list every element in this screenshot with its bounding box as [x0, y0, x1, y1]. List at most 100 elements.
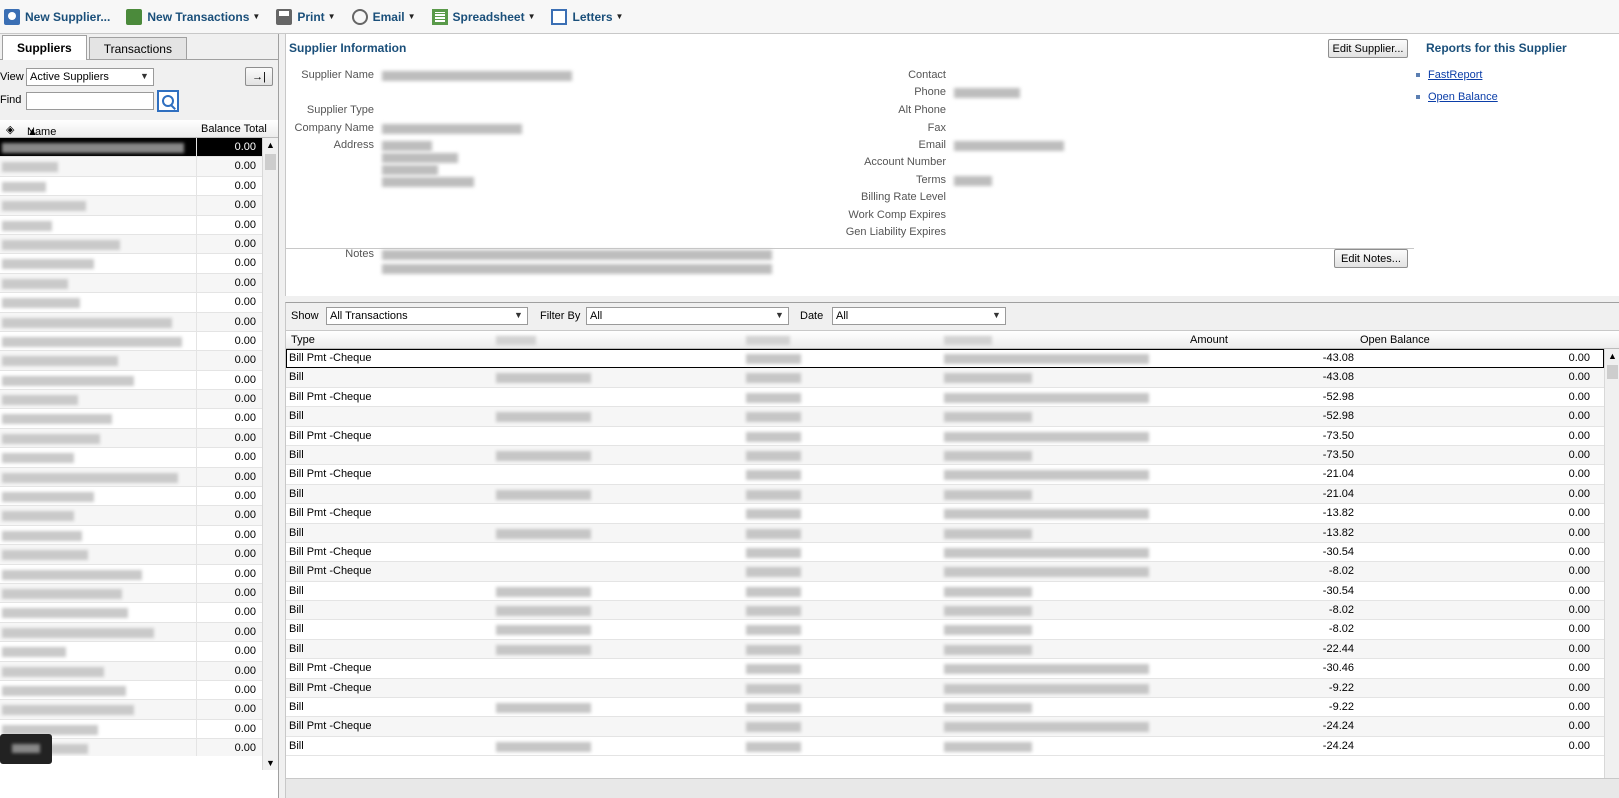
transaction-row[interactable]: Bill Pmt -Cheque -24.24 0.00	[286, 717, 1604, 737]
column-header-account[interactable]	[944, 336, 992, 345]
transaction-row[interactable]: Bill Pmt -Cheque -30.46 0.00	[286, 659, 1604, 679]
supplier-row[interactable]: 0.00	[0, 331, 262, 352]
transaction-row[interactable]: Bill -8.02 0.00	[286, 620, 1604, 640]
transaction-row[interactable]: Bill -52.98 0.00	[286, 407, 1604, 427]
new-transactions-button[interactable]: New Transactions ▼	[126, 5, 260, 29]
tab-transactions[interactable]: Transactions	[88, 37, 187, 59]
horizontal-scrollbar[interactable]	[286, 778, 1619, 798]
supplier-row[interactable]: 0.00	[0, 642, 262, 662]
column-header-amount[interactable]: Amount	[1190, 334, 1228, 346]
supplier-row[interactable]: 0.00	[0, 545, 262, 565]
transaction-row[interactable]: Bill -22.44 0.00	[286, 639, 1604, 660]
search-icon[interactable]	[157, 90, 179, 112]
column-header-type[interactable]: Type	[291, 334, 315, 346]
tab-suppliers[interactable]: Suppliers	[2, 35, 87, 60]
supplier-row[interactable]: 0.00	[0, 467, 262, 488]
transaction-row[interactable]: Bill Pmt -Cheque -43.08 0.00	[286, 349, 1604, 369]
supplier-row[interactable]: 0.00	[0, 176, 262, 197]
transaction-row[interactable]: Bill -9.22 0.00	[286, 698, 1604, 718]
supplier-row[interactable]: 0.00	[0, 506, 262, 526]
supplier-row[interactable]: 0.00	[0, 157, 262, 177]
transaction-row[interactable]: Bill Pmt -Cheque -30.54 0.00	[286, 543, 1604, 563]
transaction-row[interactable]: Bill Pmt -Cheque -9.22 0.00	[286, 678, 1604, 699]
supplier-name	[2, 608, 128, 619]
scroll-down-icon[interactable]: ▼	[266, 758, 275, 768]
open-balance-link[interactable]: Open Balance	[1428, 91, 1498, 103]
transaction-row[interactable]: Bill -73.50 0.00	[286, 445, 1604, 466]
supplier-row[interactable]: 0.00	[0, 370, 262, 391]
transaction-date	[746, 683, 801, 694]
letters-button[interactable]: Letters ▼	[551, 5, 623, 29]
transaction-row[interactable]: Bill -43.08 0.00	[286, 368, 1604, 388]
supplier-row[interactable]: 0.00	[0, 583, 262, 604]
supplier-balance: 0.00	[234, 683, 256, 696]
supplier-row[interactable]: 0.00	[0, 254, 262, 274]
supplier-balance: 0.00	[234, 179, 256, 192]
edit-notes-button[interactable]: Edit Notes...	[1334, 249, 1408, 268]
transaction-row[interactable]: Bill -21.04 0.00	[286, 484, 1604, 505]
scrollbar-thumb[interactable]	[265, 154, 276, 170]
supplier-row[interactable]: 0.00	[0, 234, 262, 255]
edit-supplier-button[interactable]: Edit Supplier...	[1328, 39, 1408, 58]
transaction-row[interactable]: Bill -30.54 0.00	[286, 582, 1604, 602]
transaction-row[interactable]: Bill Pmt -Cheque -8.02 0.00	[286, 562, 1604, 582]
supplier-row[interactable]: 0.00	[0, 525, 262, 546]
gen-liability-expires-label: Gen Liability Expires	[845, 226, 946, 238]
scrollbar-thumb[interactable]	[1607, 365, 1618, 379]
supplier-row[interactable]: 0.00	[0, 622, 262, 643]
column-header-open-balance[interactable]: Open Balance	[1360, 334, 1430, 346]
show-select[interactable]: All Transactions ▼	[326, 307, 528, 325]
supplier-row[interactable]: 0.00	[0, 428, 262, 449]
scroll-up-icon[interactable]: ▲	[1608, 351, 1617, 361]
transaction-row[interactable]: Bill -13.82 0.00	[286, 523, 1604, 543]
supplier-row[interactable]: 0.00	[0, 564, 262, 584]
transactions-scrollbar[interactable]: ▲	[1604, 349, 1619, 779]
filter-by-select[interactable]: All ▼	[586, 307, 789, 325]
new-supplier-button[interactable]: New Supplier...	[4, 5, 110, 29]
supplier-row[interactable]: 0.00	[0, 487, 262, 507]
supplier-row[interactable]: 0.00	[0, 196, 262, 216]
supplier-row[interactable]: 0.00	[0, 351, 262, 371]
fastreport-link[interactable]: FastReport	[1428, 69, 1482, 81]
supplier-row[interactable]: 0.00	[0, 273, 262, 294]
supplier-row[interactable]: 0.00	[0, 215, 262, 235]
chevron-down-icon: ▼	[140, 71, 149, 81]
find-input[interactable]	[26, 92, 154, 110]
supplier-filters: View Active Suppliers ▼ →| Find	[0, 60, 278, 120]
supplier-row[interactable]: 0.00	[0, 312, 262, 332]
supplier-row[interactable]: 0.00	[0, 138, 262, 158]
transaction-row[interactable]: Bill -8.02 0.00	[286, 601, 1604, 621]
email-icon	[351, 8, 368, 25]
column-header-balance[interactable]: Balance Total	[201, 123, 267, 135]
column-divider	[196, 564, 197, 583]
supplier-row[interactable]: 0.00	[0, 680, 262, 701]
spreadsheet-button[interactable]: Spreadsheet ▼	[431, 5, 535, 29]
print-button[interactable]: Print ▼	[276, 5, 336, 29]
supplier-list-scrollbar[interactable]: ▲ ▼	[262, 138, 278, 770]
address-line-1	[382, 141, 432, 151]
supplier-row[interactable]: 0.00	[0, 390, 262, 410]
supplier-row[interactable]: 0.00	[0, 448, 262, 468]
supplier-row[interactable]: 0.00	[0, 293, 262, 313]
diamond-icon[interactable]: ◈	[6, 123, 14, 136]
chevron-down-icon: ▼	[775, 310, 784, 320]
notes-line-1	[382, 250, 772, 260]
view-select[interactable]: Active Suppliers ▼	[26, 68, 154, 86]
supplier-name	[2, 433, 100, 444]
supplier-row[interactable]: 0.00	[0, 700, 262, 720]
scroll-up-icon[interactable]: ▲	[266, 140, 275, 150]
supplier-row[interactable]: 0.00	[0, 603, 262, 623]
transaction-row[interactable]: Bill Pmt -Cheque -21.04 0.00	[286, 465, 1604, 485]
transaction-row[interactable]: Bill -24.24 0.00	[286, 737, 1604, 757]
expand-panel-button[interactable]: →|	[245, 67, 273, 86]
supplier-row[interactable]: 0.00	[0, 661, 262, 681]
transaction-row[interactable]: Bill Pmt -Cheque -13.82 0.00	[286, 504, 1604, 524]
column-header-date[interactable]	[746, 336, 790, 345]
transaction-row[interactable]: Bill Pmt -Cheque -73.50 0.00	[286, 427, 1604, 446]
email-button[interactable]: Email ▼	[351, 5, 416, 29]
column-header-num[interactable]	[496, 336, 536, 345]
transaction-row[interactable]: Bill Pmt -Cheque -52.98 0.00	[286, 388, 1604, 408]
supplier-row[interactable]: 0.00	[0, 409, 262, 429]
date-select[interactable]: All ▼	[832, 307, 1006, 325]
column-divider	[196, 390, 197, 409]
